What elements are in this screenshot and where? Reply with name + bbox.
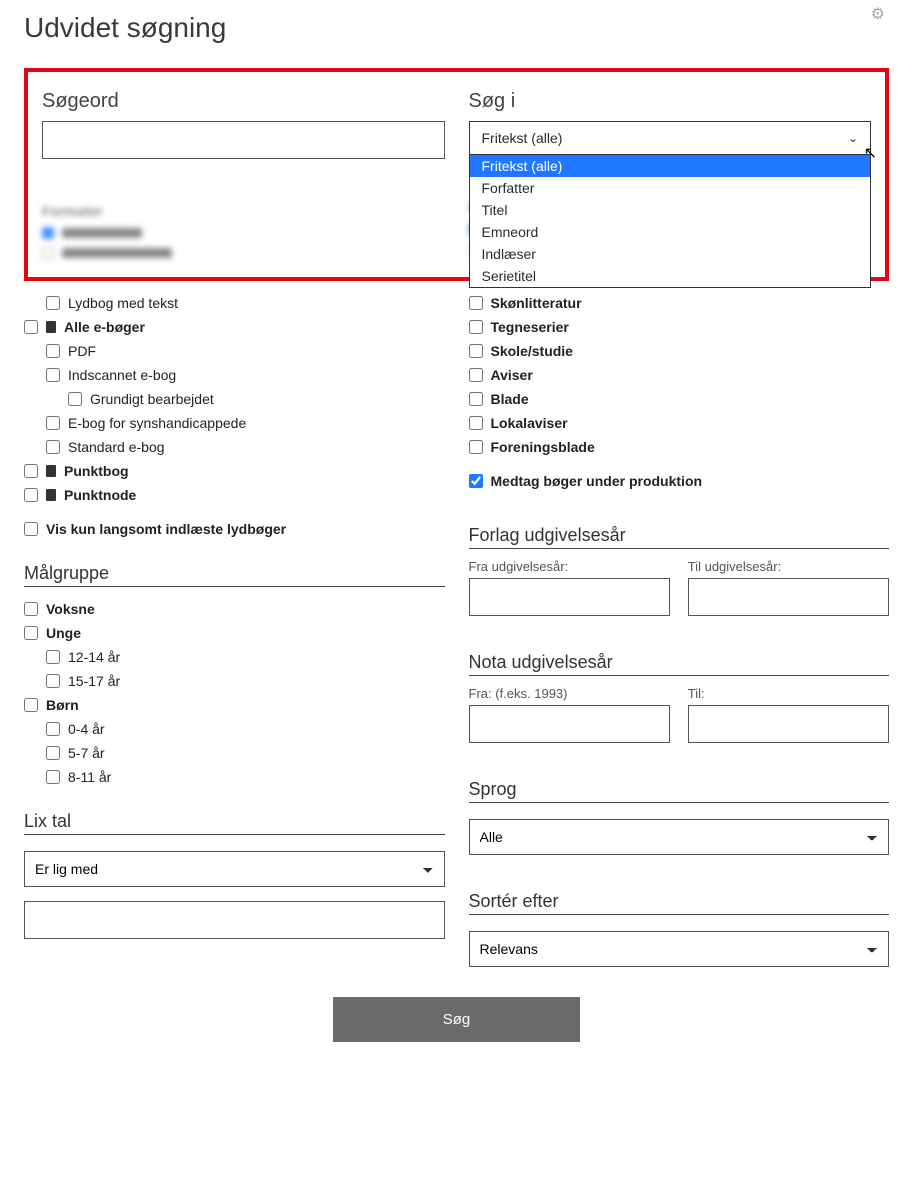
page-title: Udvidet søgning <box>24 0 889 68</box>
gear-icon[interactable]: ⚙ <box>871 4 885 24</box>
check-pdf[interactable]: PDF <box>46 343 445 359</box>
check-voksne[interactable]: Voksne <box>24 601 445 617</box>
check-tegneserier[interactable]: Tegneserier <box>469 319 890 335</box>
nota-title: Nota udgivelsesår <box>469 652 890 676</box>
check-12-14[interactable]: 12-14 år <box>46 649 445 665</box>
sorter-title: Sortér efter <box>469 891 890 915</box>
sog-button[interactable]: Søg <box>333 997 581 1042</box>
sog-i-option[interactable]: Serietitel <box>470 265 871 287</box>
sog-i-option[interactable]: Fritekst (alle) <box>470 155 871 177</box>
nota-fra-input[interactable] <box>469 705 670 743</box>
forlag-fra-label: Fra udgivelsesår: <box>469 559 670 574</box>
check-medtag-produktion[interactable]: Medtag bøger under produktion <box>469 473 890 489</box>
sog-i-label: Søg i <box>469 90 872 113</box>
check-unge[interactable]: Unge <box>24 625 445 641</box>
formater-section-blurred: Formater <box>42 203 445 259</box>
check-standard-ebog[interactable]: Standard e-bog <box>46 439 445 455</box>
check-vis-kun-langsomt[interactable]: Vis kun langsomt indlæste lydbøger <box>24 521 445 537</box>
check-lokalaviser[interactable]: Lokalaviser <box>469 415 890 431</box>
nota-fra-label: Fra: (f.eks. 1993) <box>469 686 670 701</box>
check-foreningsblade[interactable]: Foreningsblade <box>469 439 890 455</box>
check-skonlitteratur[interactable]: Skønlitteratur <box>469 295 890 311</box>
check-aviser[interactable]: Aviser <box>469 367 890 383</box>
check-lydbog-tekst[interactable]: Lydbog med tekst <box>46 295 445 311</box>
forlag-til-label: Til udgivelsesår: <box>688 559 889 574</box>
check-grundigt[interactable]: Grundigt bearbejdet <box>68 391 445 407</box>
nota-til-input[interactable] <box>688 705 889 743</box>
check-blade[interactable]: Blade <box>469 391 890 407</box>
lix-title: Lix tal <box>24 811 445 835</box>
check-8-11[interactable]: 8-11 år <box>46 769 445 785</box>
sogeord-input[interactable] <box>42 121 445 159</box>
check-5-7[interactable]: 5-7 år <box>46 745 445 761</box>
check-punktbog[interactable]: Punktbog <box>24 463 445 479</box>
check-15-17[interactable]: 15-17 år <box>46 673 445 689</box>
sog-i-selected: Fritekst (alle) <box>482 130 563 146</box>
sog-i-option[interactable]: Forfatter <box>470 177 871 199</box>
nota-til-label: Til: <box>688 686 889 701</box>
sog-i-option[interactable]: Emneord <box>470 221 871 243</box>
lix-value-input[interactable] <box>24 901 445 939</box>
check-skole-studie[interactable]: Skole/studie <box>469 343 890 359</box>
check-alle-eboger[interactable]: Alle e-bøger <box>24 319 445 335</box>
search-highlight-box: Søgeord Formater Søg i Fritekst (alle) ⌄… <box>24 68 889 281</box>
sprog-title: Sprog <box>469 779 890 803</box>
forlag-title: Forlag udgivelsesår <box>469 525 890 549</box>
sog-i-option[interactable]: Indlæser <box>470 243 871 265</box>
check-punktnode[interactable]: Punktnode <box>24 487 445 503</box>
note-icon <box>46 489 56 501</box>
book-icon <box>46 321 56 333</box>
sprog-select[interactable]: Alle <box>469 819 890 855</box>
sog-i-options-list: Fritekst (alle) Forfatter Titel Emneord … <box>469 155 872 288</box>
check-0-4[interactable]: 0-4 år <box>46 721 445 737</box>
sog-i-option[interactable]: Titel <box>470 199 871 221</box>
malgruppe-title: Målgruppe <box>24 563 445 587</box>
check-ebog-syns[interactable]: E-bog for synshandicappede <box>46 415 445 431</box>
check-indscannet[interactable]: Indscannet e-bog <box>46 367 445 383</box>
braille-icon <box>46 465 56 477</box>
sorter-select[interactable]: Relevans <box>469 931 890 967</box>
cursor-icon: ↖ <box>864 143 877 163</box>
check-born[interactable]: Børn <box>24 697 445 713</box>
lix-operator-select[interactable]: Er lig med <box>24 851 445 887</box>
sog-i-dropdown[interactable]: Fritekst (alle) ⌄ ↖ Fritekst (alle) Forf… <box>469 121 872 155</box>
forlag-til-input[interactable] <box>688 578 889 616</box>
forlag-fra-input[interactable] <box>469 578 670 616</box>
sogeord-label: Søgeord <box>42 90 445 113</box>
chevron-down-icon: ⌄ <box>848 131 858 145</box>
